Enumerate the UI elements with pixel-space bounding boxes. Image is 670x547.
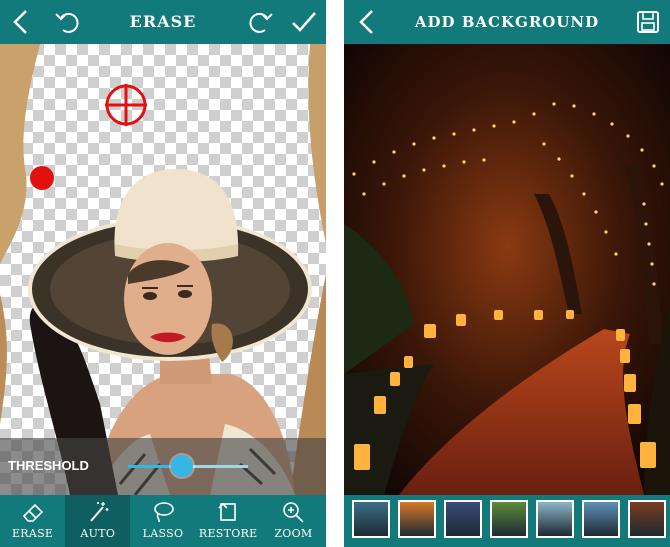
thumb-lights[interactable] [444, 500, 482, 538]
redo-icon[interactable] [244, 6, 276, 38]
lit-garden-path-photo [344, 44, 670, 495]
confirm-check-icon[interactable] [288, 6, 320, 38]
threshold-slider-thumb[interactable] [171, 455, 193, 477]
thumb-mountains[interactable] [582, 500, 620, 538]
brush-position-dot [30, 166, 54, 190]
erase-header: ERASE [0, 0, 326, 44]
thumb-sunset[interactable] [398, 500, 436, 538]
tool-zoom-label: ZOOM [274, 527, 313, 540]
thumb-path[interactable] [628, 500, 666, 538]
tool-erase[interactable]: ERASE [0, 495, 65, 547]
thumb-meadow[interactable] [490, 500, 528, 538]
erase-screen: ERASE THRESHOLD ERASE AUTO LASSO RESTORE… [0, 0, 326, 547]
background-preview[interactable] [344, 44, 670, 495]
tool-erase-label: ERASE [11, 527, 54, 540]
restore-icon [218, 502, 237, 521]
crosshair-icon[interactable] [105, 84, 147, 126]
undo-icon[interactable] [52, 6, 84, 38]
tool-lasso-label: LASSO [142, 527, 184, 540]
back-icon[interactable] [6, 6, 38, 38]
tool-restore[interactable]: RESTORE [196, 495, 261, 547]
background-header: ADD BACKGROUND [344, 0, 670, 44]
lasso-icon [154, 502, 174, 523]
tool-zoom[interactable]: ZOOM [261, 495, 326, 547]
page-title: ADD BACKGROUND [414, 13, 600, 31]
tool-restore-label: RESTORE [198, 527, 258, 540]
magic-wand-icon [90, 502, 109, 522]
thumb-forest[interactable] [536, 500, 574, 538]
background-thumbnails [344, 495, 670, 547]
tool-bar: ERASE AUTO LASSO RESTORE ZOOM [0, 495, 326, 547]
save-icon[interactable] [632, 6, 664, 38]
zoom-icon [283, 502, 304, 523]
woman-photo [0, 44, 326, 495]
back-icon[interactable] [352, 6, 384, 38]
erase-canvas[interactable] [0, 44, 326, 495]
tool-auto[interactable]: AUTO [65, 495, 131, 547]
tool-lasso[interactable]: LASSO [130, 495, 195, 547]
thumb-lake[interactable] [352, 500, 390, 538]
page-title: ERASE [129, 12, 197, 31]
tool-auto-label: AUTO [80, 527, 116, 540]
eraser-icon [22, 503, 43, 522]
threshold-label: THRESHOLD [8, 458, 89, 473]
threshold-control: THRESHOLD [0, 438, 326, 495]
add-background-screen: ADD BACKGROUND [344, 0, 670, 547]
